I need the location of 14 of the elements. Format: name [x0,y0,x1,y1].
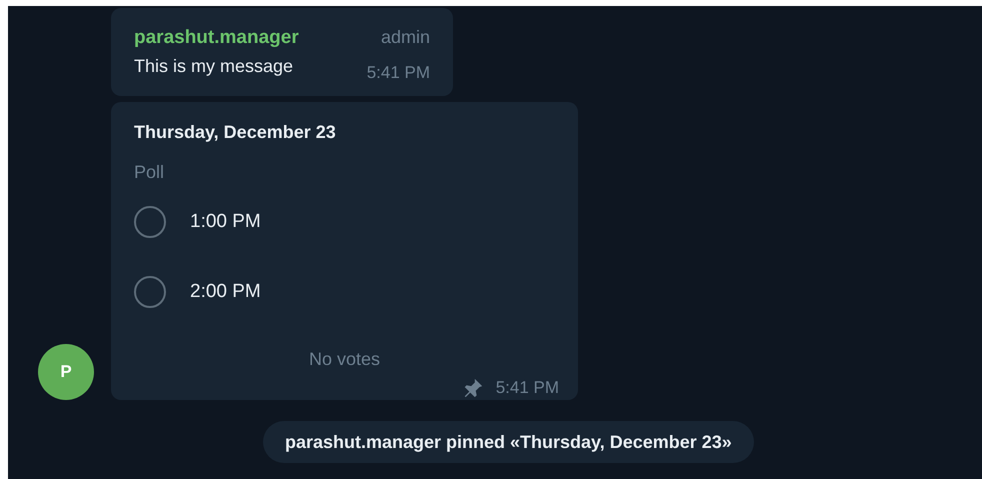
poll-type: Poll [134,161,166,184]
poll-option[interactable]: 2:00 PM [190,278,261,306]
vote-count: No votes [308,348,382,371]
role-label: admin [380,26,430,49]
poll-question: Thursday, December 23 [134,121,337,144]
author-name: parashut.manager [134,26,299,50]
radio-button[interactable] [134,276,166,308]
message-time: 5:41 PM [366,62,430,84]
radio-button[interactable] [134,206,166,238]
service-message: parashut.manager pinned «Thursday, December 23» [263,421,754,463]
poll-option[interactable]: 1:00 PM [190,208,261,236]
poll-time: 5:41 PM [496,377,559,399]
message-text: This is my message [134,54,294,78]
avatar-initial: P [60,361,72,384]
